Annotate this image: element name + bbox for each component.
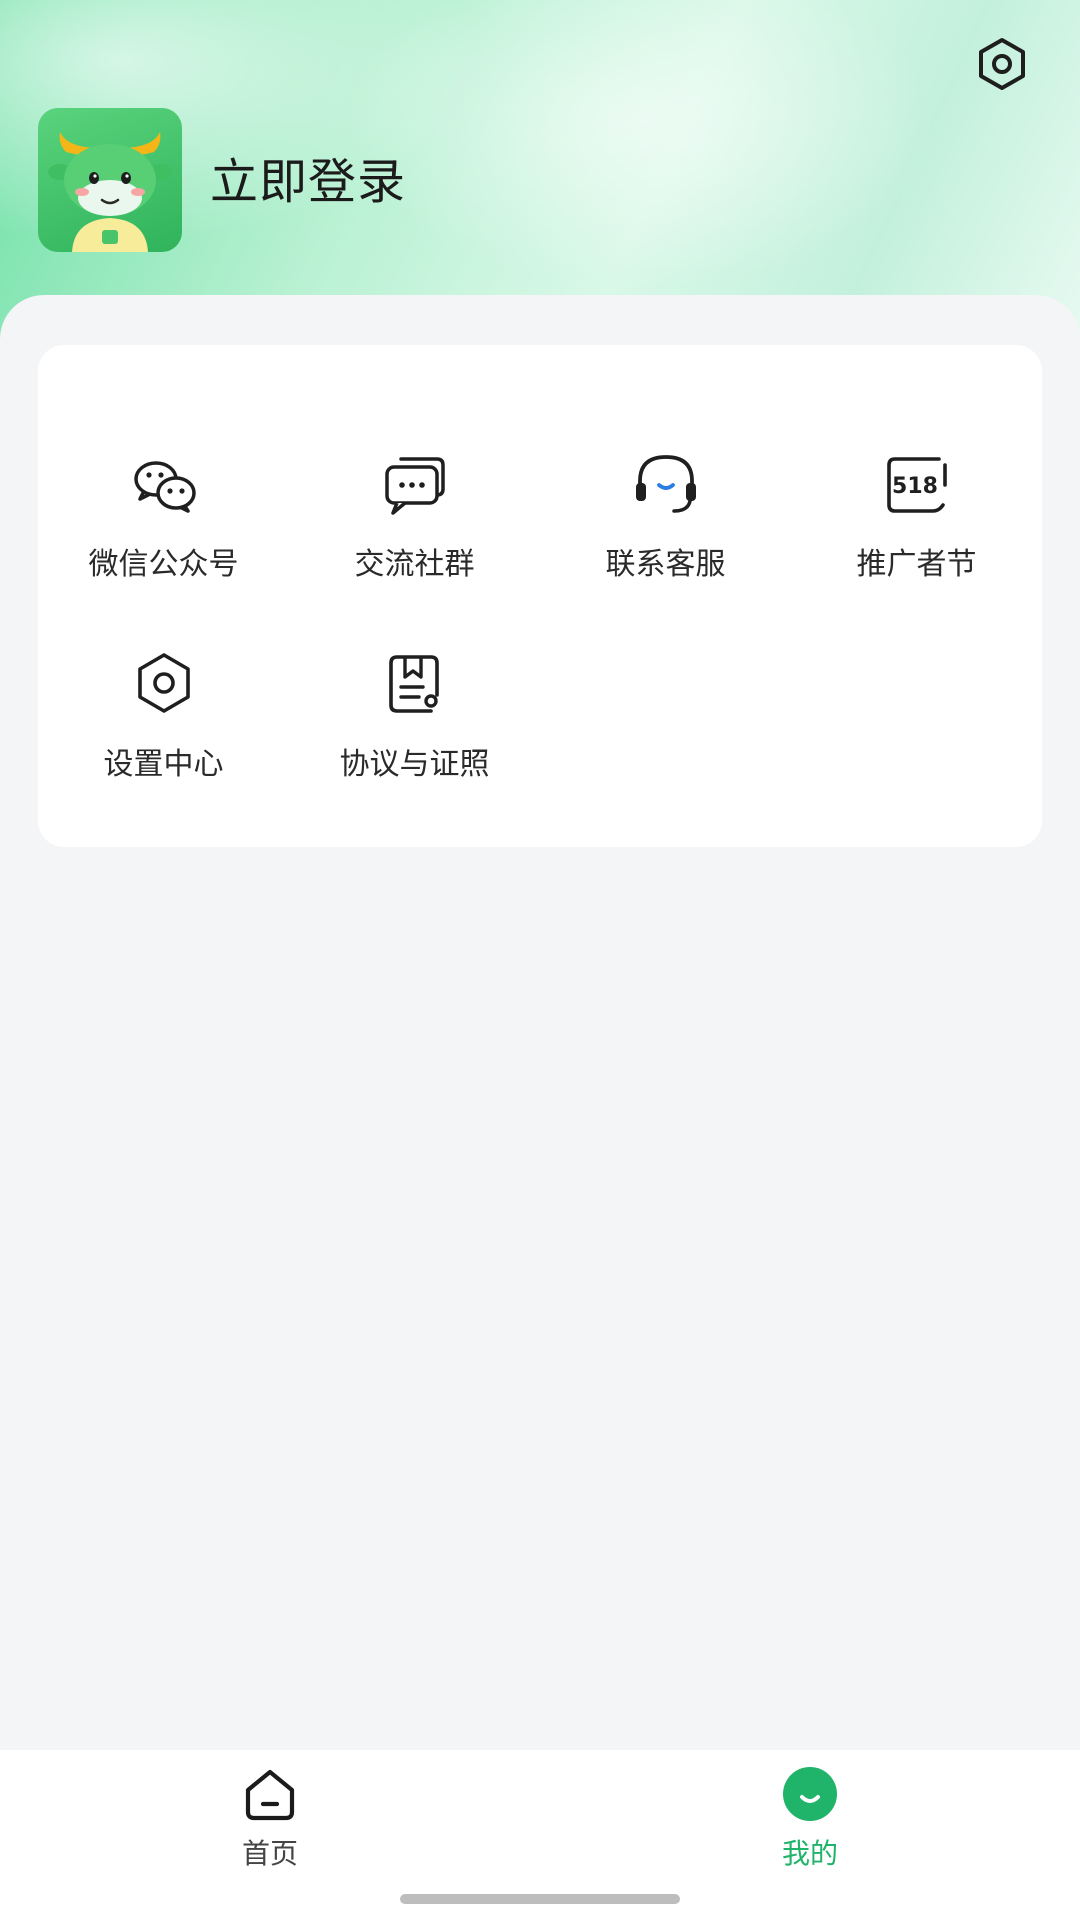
tab-mine[interactable]: 我的 — [710, 1750, 910, 1890]
tab-home[interactable]: 首页 — [170, 1750, 370, 1890]
settings-icon — [979, 38, 1025, 90]
menu-item-label: 推广者节 — [856, 547, 977, 582]
tab-mine-label: 我的 — [781, 1837, 838, 1870]
document-icon — [388, 655, 439, 713]
settings-button[interactable] — [970, 32, 1034, 96]
chat-group-icon — [384, 457, 445, 515]
menu-item-label: 联系客服 — [605, 547, 726, 582]
home-indicator[interactable] — [400, 1894, 680, 1904]
badge-518-icon: 518 — [886, 457, 947, 513]
cow-mascot-icon — [48, 132, 172, 252]
settings-hex-icon — [137, 653, 190, 713]
menu-item-promoter-festival[interactable]: 518 推广者节 — [791, 445, 1042, 625]
menu-item-label: 微信公众号 — [88, 547, 239, 582]
profile-smile-icon — [783, 1767, 837, 1821]
avatar[interactable] — [38, 108, 182, 252]
login-link[interactable]: 立即登录 — [210, 150, 406, 214]
badge-518-text: 518 — [892, 474, 938, 499]
menu-item-settings-center[interactable]: 设置中心 — [38, 645, 289, 825]
menu-item-label: 设置中心 — [103, 747, 224, 782]
menu-item-customer-service[interactable]: 联系客服 — [540, 445, 791, 625]
home-icon — [245, 1769, 295, 1821]
menu-card: 微信公众号 交流社群 联系客服 518 推广者节 设置中心 协议与证照 — [38, 345, 1042, 847]
menu-item-label: 交流社群 — [354, 547, 475, 582]
menu-item-wechat[interactable]: 微信公众号 — [38, 445, 289, 625]
headset-icon — [635, 455, 696, 513]
menu-item-community[interactable]: 交流社群 — [289, 445, 540, 625]
menu-item-agreements-licenses[interactable]: 协议与证照 — [289, 645, 540, 825]
wechat-icon — [133, 461, 196, 513]
tab-home-label: 首页 — [241, 1837, 298, 1870]
menu-item-label: 协议与证照 — [339, 747, 490, 782]
